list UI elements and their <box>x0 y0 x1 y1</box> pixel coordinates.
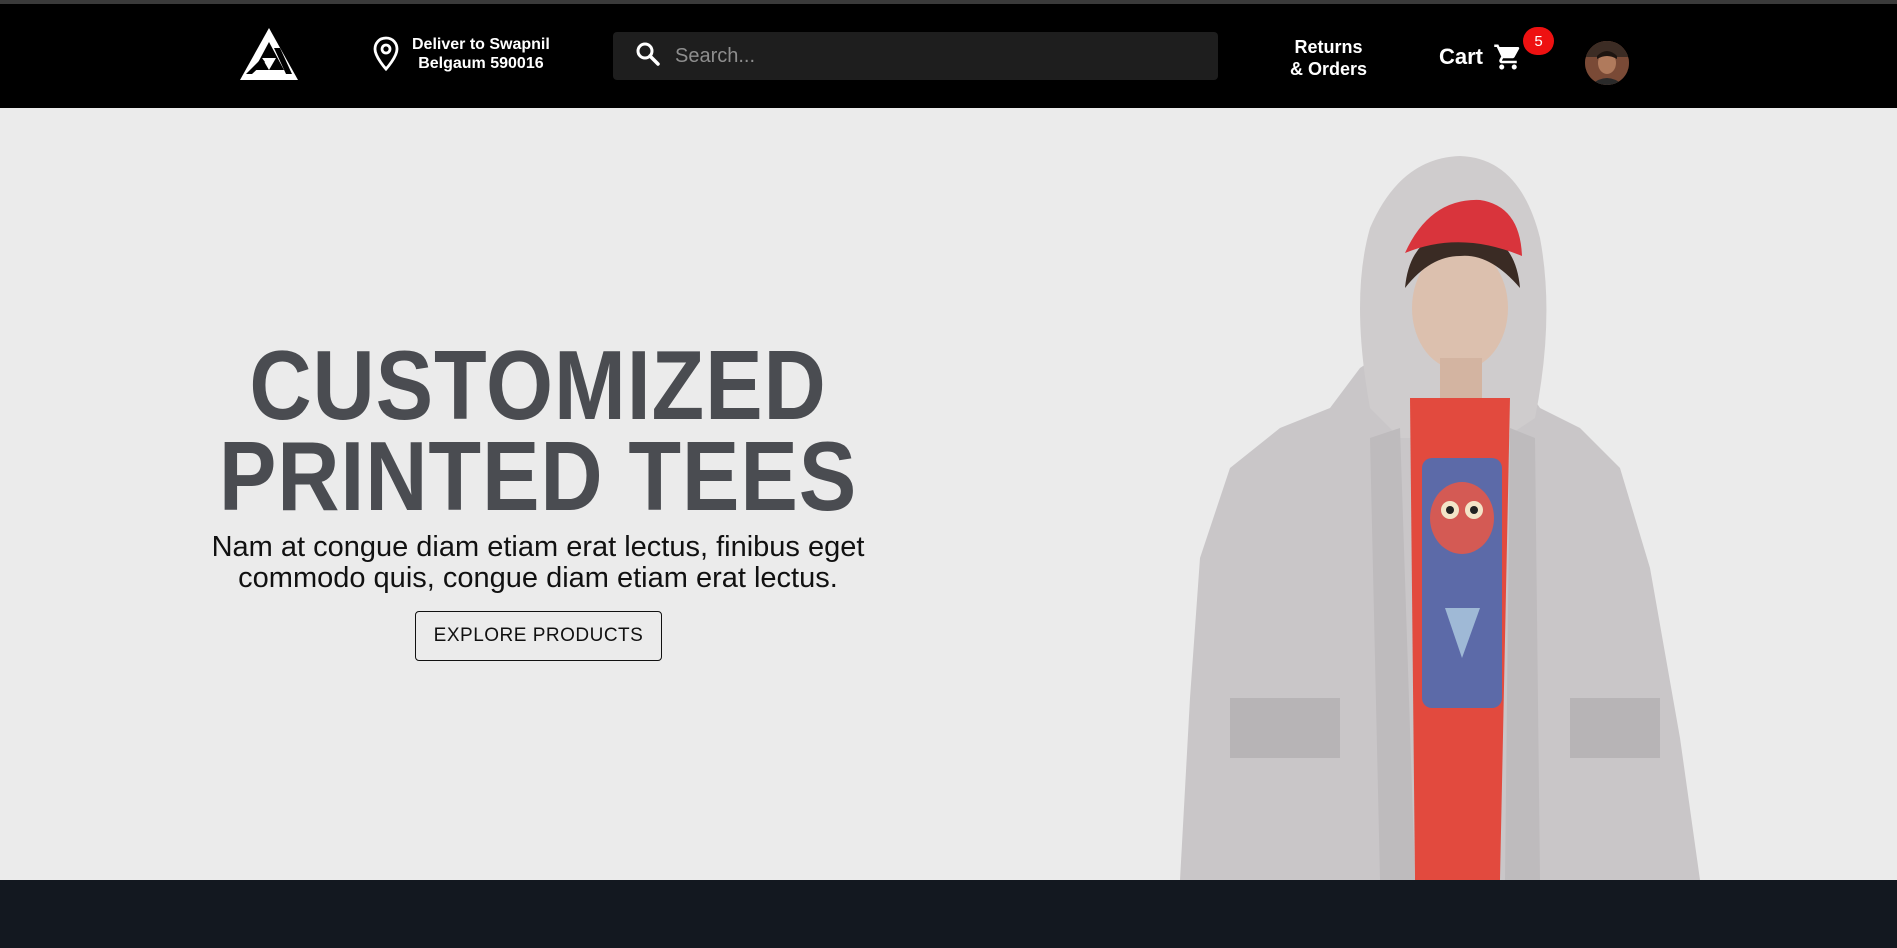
hero-subtext: Nam at congue diam etiam erat lectus, fi… <box>0 532 1076 594</box>
returns-line-2: & Orders <box>1290 59 1368 79</box>
location-pin-icon <box>372 36 400 72</box>
avatar[interactable] <box>1585 41 1629 85</box>
hero-headline: CUSTOMIZED PRINTED TEES <box>65 330 1012 531</box>
deliver-line-2: Belgaum 590016 <box>418 55 544 72</box>
cart-label: Cart <box>1439 44 1484 69</box>
returns-orders-link[interactable]: Returns & Orders <box>1290 36 1367 80</box>
logo-icon[interactable] <box>240 28 298 80</box>
subtext-line-1: Nam at congue diam etiam erat lectus, fi… <box>211 531 865 563</box>
deliver-text: Deliver to Swapnil Belgaum 590016 <box>412 35 550 73</box>
search-input[interactable] <box>675 44 1195 68</box>
hero-section: CUSTOMIZED PRINTED TEES Nam at congue di… <box>0 108 1897 880</box>
search-icon[interactable] <box>635 41 661 72</box>
explore-products-button[interactable]: EXPLORE PRODUCTS <box>415 611 662 661</box>
subtext-line-2: commodo quis, congue diam etiam erat lec… <box>238 562 838 594</box>
hero-model-image <box>1180 156 1700 880</box>
cart-button[interactable]: Cart <box>1439 42 1523 72</box>
deliver-location[interactable]: Deliver to Swapnil Belgaum 590016 <box>372 35 550 73</box>
returns-line-1: Returns <box>1294 37 1363 57</box>
deliver-line-1: Deliver to Swapnil <box>412 36 550 53</box>
cart-icon <box>1493 42 1523 72</box>
footer-band <box>0 880 1897 948</box>
search-bar[interactable] <box>613 32 1218 80</box>
headline-line-1: CUSTOMIZED <box>249 330 827 440</box>
navbar: Deliver to Swapnil Belgaum 590016 Return… <box>0 4 1897 108</box>
headline-line-2: PRINTED TEES <box>218 421 858 531</box>
cart-count-badge: 5 <box>1523 27 1554 55</box>
